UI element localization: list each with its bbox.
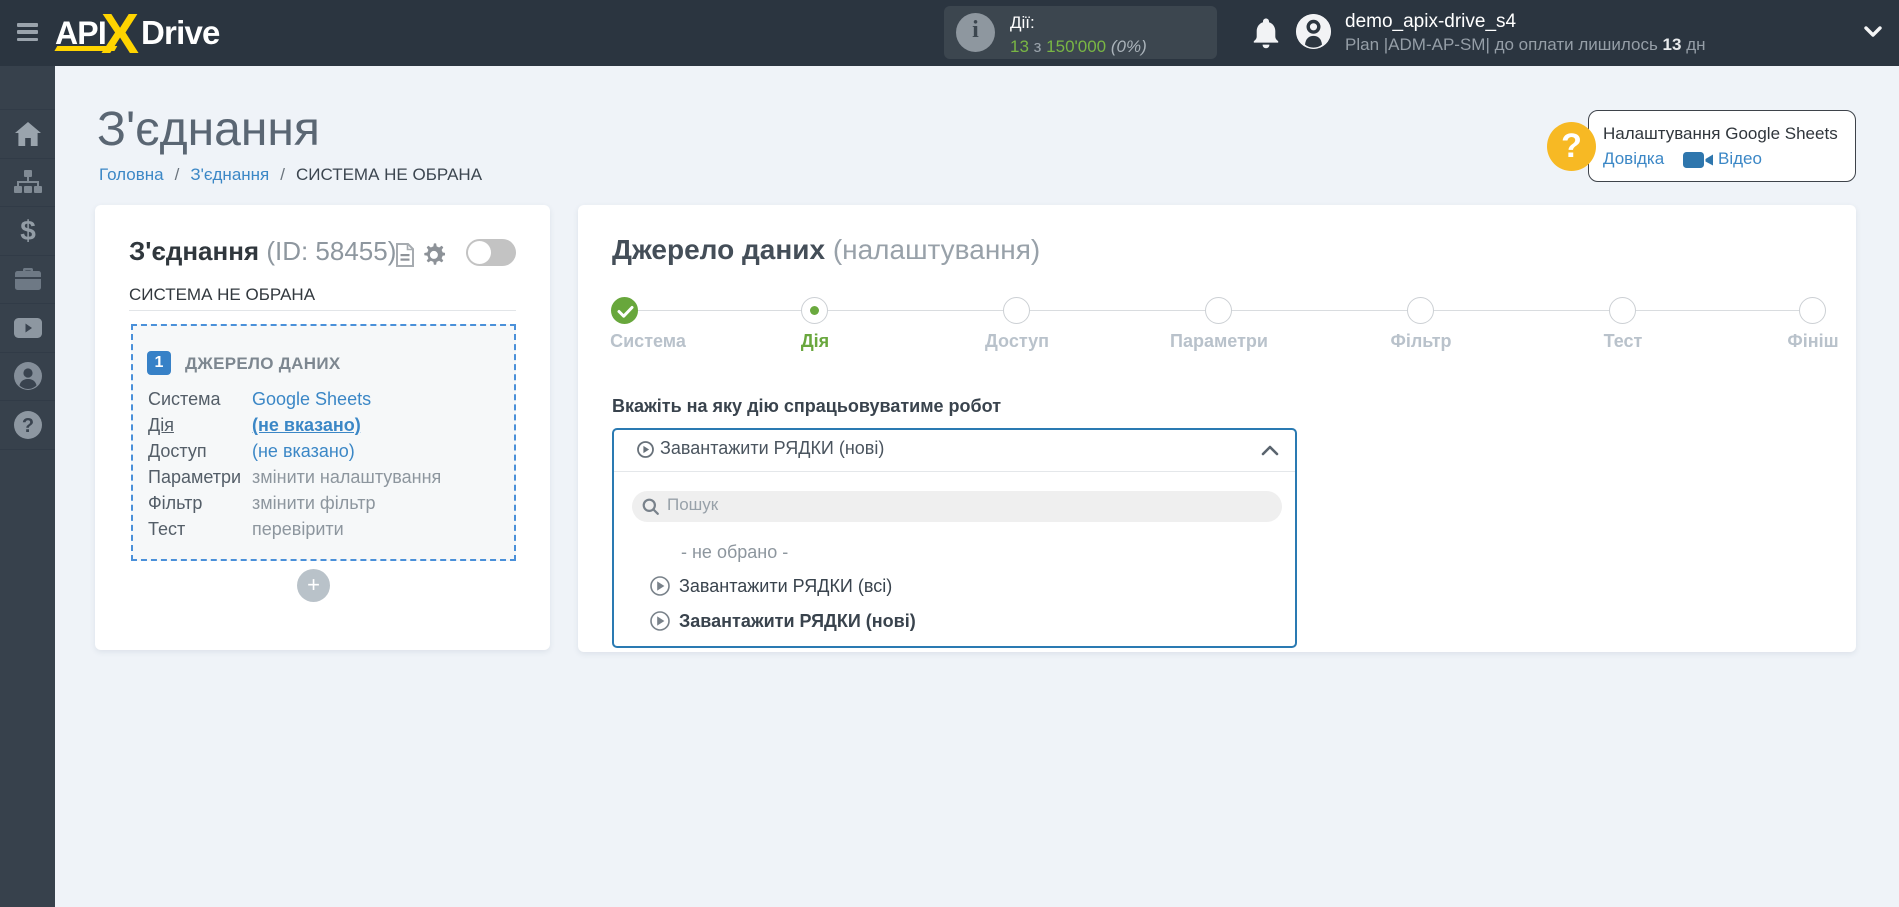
svg-text:?: ? (21, 415, 33, 437)
svg-text:$: $ (20, 216, 36, 246)
